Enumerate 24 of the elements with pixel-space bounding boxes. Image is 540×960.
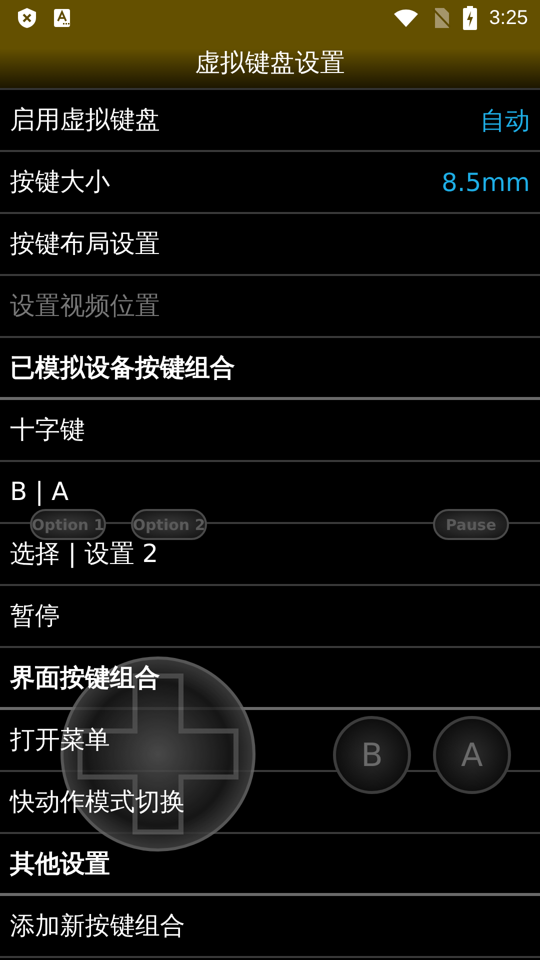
direction-pad[interactable] [60,656,256,852]
settings-item[interactable]: B | A [10,478,69,506]
wifi-icon [393,8,420,28]
section-header: 界面按键组合 [10,662,160,694]
settings-item[interactable]: 打开菜单 [10,726,110,754]
settings-item[interactable]: 暂停 [10,602,60,630]
settings-item[interactable]: 按键布局设置 [10,230,160,258]
settings-item[interactable]: 按键大小 [10,168,110,196]
settings-item[interactable]: 选择 | 设置 2 [10,540,158,568]
section-header: 已模拟设备按键组合 [10,352,235,384]
setting-value: 8.5mm [442,168,530,196]
clock-time: 3:25 [489,6,528,30]
settings-item[interactable]: 快动作模式切换 [10,788,185,816]
settings-item[interactable]: 启用虚拟键盘 [10,106,160,134]
setting-value: 自动 [480,104,530,136]
no-sim-icon [431,7,452,29]
battery-charging-icon [463,6,478,30]
settings-item: 设置视频位置 [10,292,160,320]
window-title: 虚拟键盘设置 [195,46,345,78]
settings-item[interactable]: 添加新按键组合 [10,912,185,940]
settings-item[interactable]: 十字键 [10,416,85,444]
shield-icon [17,7,37,29]
keyboard-a-icon [53,8,71,28]
section-header: 其他设置 [10,848,110,880]
